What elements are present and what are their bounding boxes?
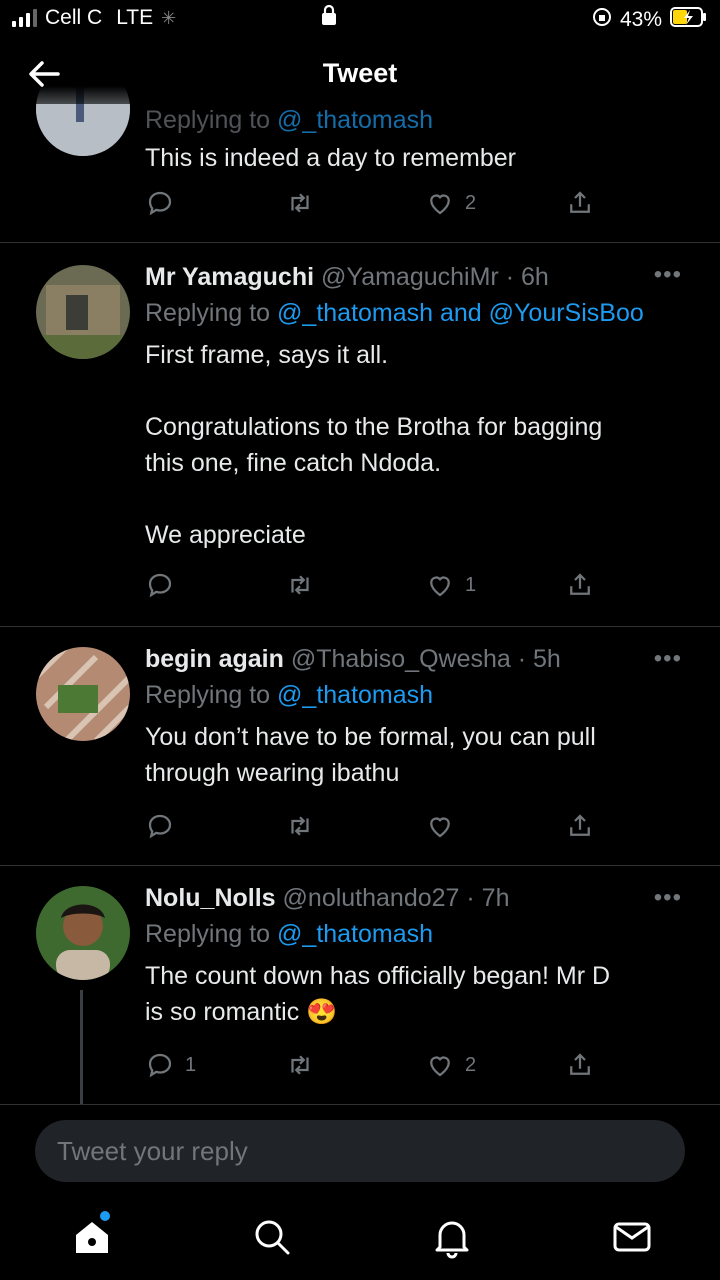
reply-icon (148, 573, 172, 598)
replying-to-label: Replying to (145, 920, 271, 948)
share-button[interactable] (565, 1050, 595, 1080)
handle[interactable]: @Thabiso_Qwesha (291, 645, 511, 673)
heart-icon (430, 576, 450, 597)
share-icon (570, 573, 590, 595)
like-button[interactable]: 1 (425, 570, 476, 600)
battery-percent: 43% (619, 8, 662, 31)
reply-tweet[interactable]: ••• Mr Yamaguchi @YamaguchiMr · 6h Reply… (0, 243, 720, 627)
timestamp: 6h (520, 263, 549, 291)
like-count: 1 (465, 573, 477, 596)
reply-input[interactable] (35, 1120, 685, 1182)
search-tab[interactable] (250, 1215, 294, 1259)
replying-to: Replying to @_thatomash (145, 914, 695, 954)
tweet-text-content: The count down has officially began! Mr … (145, 962, 611, 1026)
tweet-header: Mr Yamaguchi @YamaguchiMr · 6h (145, 263, 549, 291)
bottom-nav (0, 1195, 720, 1280)
tweet-text: The count down has officially began! Mr … (145, 958, 695, 1030)
share-icon (570, 191, 590, 213)
replying-to: Replying to @_thatomash (145, 675, 695, 715)
like-button[interactable]: 2 (425, 1050, 476, 1080)
tweet-header: Nolu_Nolls @noluthando27 · 7h (145, 884, 510, 912)
rotation-lock-icon (592, 7, 612, 33)
notification-dot (100, 1211, 110, 1221)
replying-to: Replying to @_thatomash (145, 100, 433, 140)
tweet-text: You don’t have to be formal, you can pul… (145, 723, 596, 787)
battery-icon (670, 6, 708, 34)
handle[interactable]: @noluthando27 (283, 884, 460, 912)
reply-mention-link[interactable]: @_thatomash and @YourSisBoo (277, 299, 644, 327)
avatar[interactable] (36, 265, 130, 359)
display-name[interactable]: begin again (145, 645, 284, 673)
page-title: Tweet (322, 58, 398, 88)
home-icon (76, 1222, 108, 1253)
timestamp: 5h (533, 645, 561, 673)
replying-to: Replying to @_thatomash and @YourSisBoo (145, 293, 695, 333)
reply-button[interactable] (145, 811, 175, 841)
retweet-button[interactable] (285, 811, 315, 841)
avatar[interactable] (36, 647, 130, 741)
tweet-text: This is indeed a day to remember (145, 144, 517, 172)
share-icon (570, 1053, 590, 1075)
heart-eyes-emoji: 😍 (306, 998, 338, 1026)
network-label: LTE (116, 6, 154, 29)
retweet-button[interactable] (285, 188, 315, 218)
carrier-label: Cell C (45, 6, 103, 29)
signal-icon (12, 9, 37, 27)
replying-to-label: Replying to (145, 299, 271, 327)
reply-button[interactable]: 1 (145, 1050, 196, 1080)
retweet-button[interactable] (285, 570, 315, 600)
tweet-text: First frame, says it all. Congratulation… (145, 341, 603, 549)
messages-icon (613, 1222, 651, 1252)
notifications-tab[interactable] (430, 1215, 474, 1259)
loading-icon: ✳ (161, 7, 177, 28)
tweet-header: begin again @Thabiso_Qwesha · 5h (145, 645, 561, 673)
reply-icon (148, 814, 172, 839)
thread-line (80, 990, 83, 1104)
heart-icon (430, 1056, 450, 1077)
display-name[interactable]: Mr Yamaguchi (145, 263, 314, 291)
reply-button[interactable] (145, 188, 175, 218)
reply-mention-link[interactable]: @_thatomash (277, 920, 433, 948)
share-button[interactable] (565, 570, 595, 600)
like-button[interactable]: 2 (425, 188, 476, 218)
share-icon (570, 814, 590, 836)
timestamp: 7h (481, 884, 510, 912)
retweet-icon (291, 816, 309, 836)
retweet-button[interactable] (285, 1050, 315, 1080)
retweet-icon (291, 193, 309, 213)
like-count: 2 (465, 1053, 477, 1076)
avatar[interactable] (36, 886, 130, 980)
reply-tweet[interactable]: ••• Nolu_Nolls @noluthando27 · 7h Replyi… (0, 866, 720, 1105)
reply-mention-link[interactable]: @_thatomash (277, 681, 433, 709)
heart-icon (430, 817, 450, 838)
status-bar: Cell C LTE ✳ 43% (0, 0, 720, 36)
display-name[interactable]: Nolu_Nolls (145, 884, 276, 912)
home-tab[interactable] (70, 1211, 114, 1259)
retweet-icon (291, 575, 309, 595)
reply-count: 1 (185, 1053, 197, 1076)
reply-icon (148, 1053, 172, 1078)
handle[interactable]: @YamaguchiMr (321, 263, 499, 291)
retweet-icon (291, 1055, 309, 1075)
top-bar: Tweet (0, 44, 720, 104)
like-button[interactable] (425, 811, 455, 841)
like-count: 2 (465, 191, 477, 214)
reply-tweet[interactable]: ••• begin again @Thabiso_Qwesha · 5h Rep… (0, 627, 720, 866)
lock-icon (320, 4, 338, 32)
heart-icon (430, 194, 450, 215)
share-button[interactable] (565, 811, 595, 841)
replying-to-label: Replying to (145, 106, 271, 134)
notifications-icon (435, 1221, 469, 1259)
replying-to-label: Replying to (145, 681, 271, 709)
messages-tab[interactable] (610, 1215, 654, 1259)
reply-icon (148, 191, 172, 216)
share-button[interactable] (565, 188, 595, 218)
search-icon (255, 1220, 290, 1255)
reply-mention-link[interactable]: @_thatomash (277, 106, 433, 134)
reply-button[interactable] (145, 570, 175, 600)
reply-composer[interactable] (35, 1120, 685, 1182)
